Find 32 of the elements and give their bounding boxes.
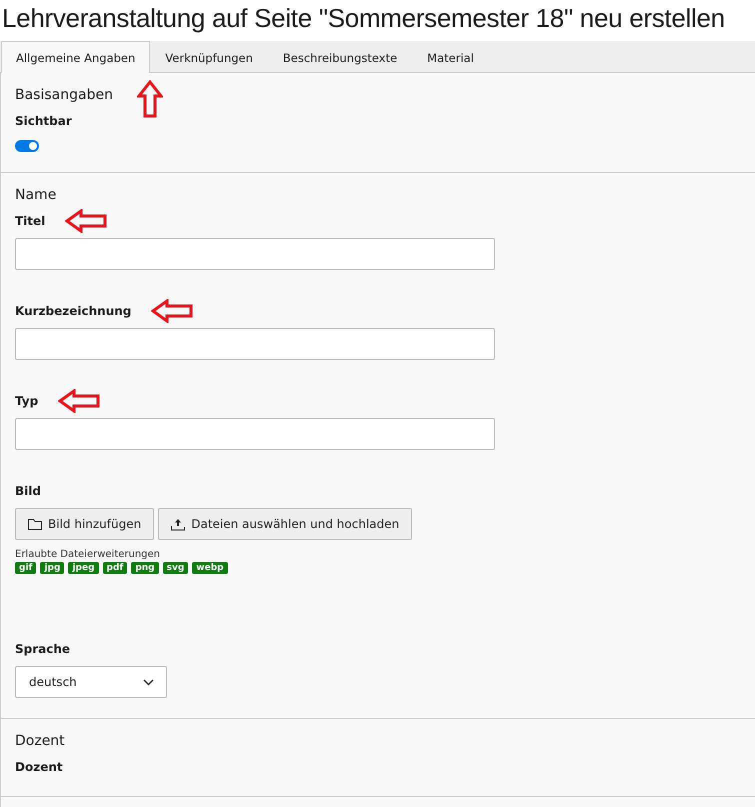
field-label: Dozent <box>15 760 63 774</box>
section-heading: Basisangaben <box>15 87 114 103</box>
field-label: Typ <box>15 394 38 408</box>
extension-badge: jpg <box>40 562 64 574</box>
folder-icon <box>28 518 42 530</box>
field-label: Titel <box>15 214 46 228</box>
input-field[interactable] <box>15 328 495 360</box>
add-image-button[interactable]: Bild hinzufügen <box>15 508 154 540</box>
extension-badge: svg <box>162 562 188 574</box>
input-field[interactable] <box>15 418 495 450</box>
extension-badge: jpeg <box>68 562 99 574</box>
extension-badge: gif <box>15 562 36 574</box>
section-heading: Dozent <box>15 733 66 749</box>
field-label: Bild <box>15 484 41 498</box>
input-field[interactable] <box>15 238 495 270</box>
toggle-switch[interactable] <box>15 140 39 152</box>
hint-text: Erlaubte Dateierweiterungen <box>15 549 162 560</box>
upload-icon <box>171 518 186 530</box>
tab[interactable]: Beschreibungstexte <box>268 41 412 73</box>
tab[interactable]: Material <box>412 41 489 73</box>
page-title: Lehrveranstaltung auf Seite "Sommersemester 18" neu erstellen <box>1 2 726 35</box>
extension-badge: png <box>131 562 159 574</box>
upload-button[interactable]: Dateien auswählen und hochladen <box>158 508 412 540</box>
extension-badge: webp <box>192 562 228 574</box>
language-select[interactable]: deutsch <box>15 666 167 698</box>
field-label: Kurzbezeichnung <box>15 304 132 318</box>
section-heading: Name <box>15 187 58 203</box>
field-label: Sprache <box>15 642 70 656</box>
tab[interactable]: Verknüpfungen <box>150 41 268 73</box>
extension-badge: pdf <box>102 562 128 574</box>
field-label: Sichtbar <box>15 114 72 128</box>
chevron-down-icon <box>143 678 154 686</box>
